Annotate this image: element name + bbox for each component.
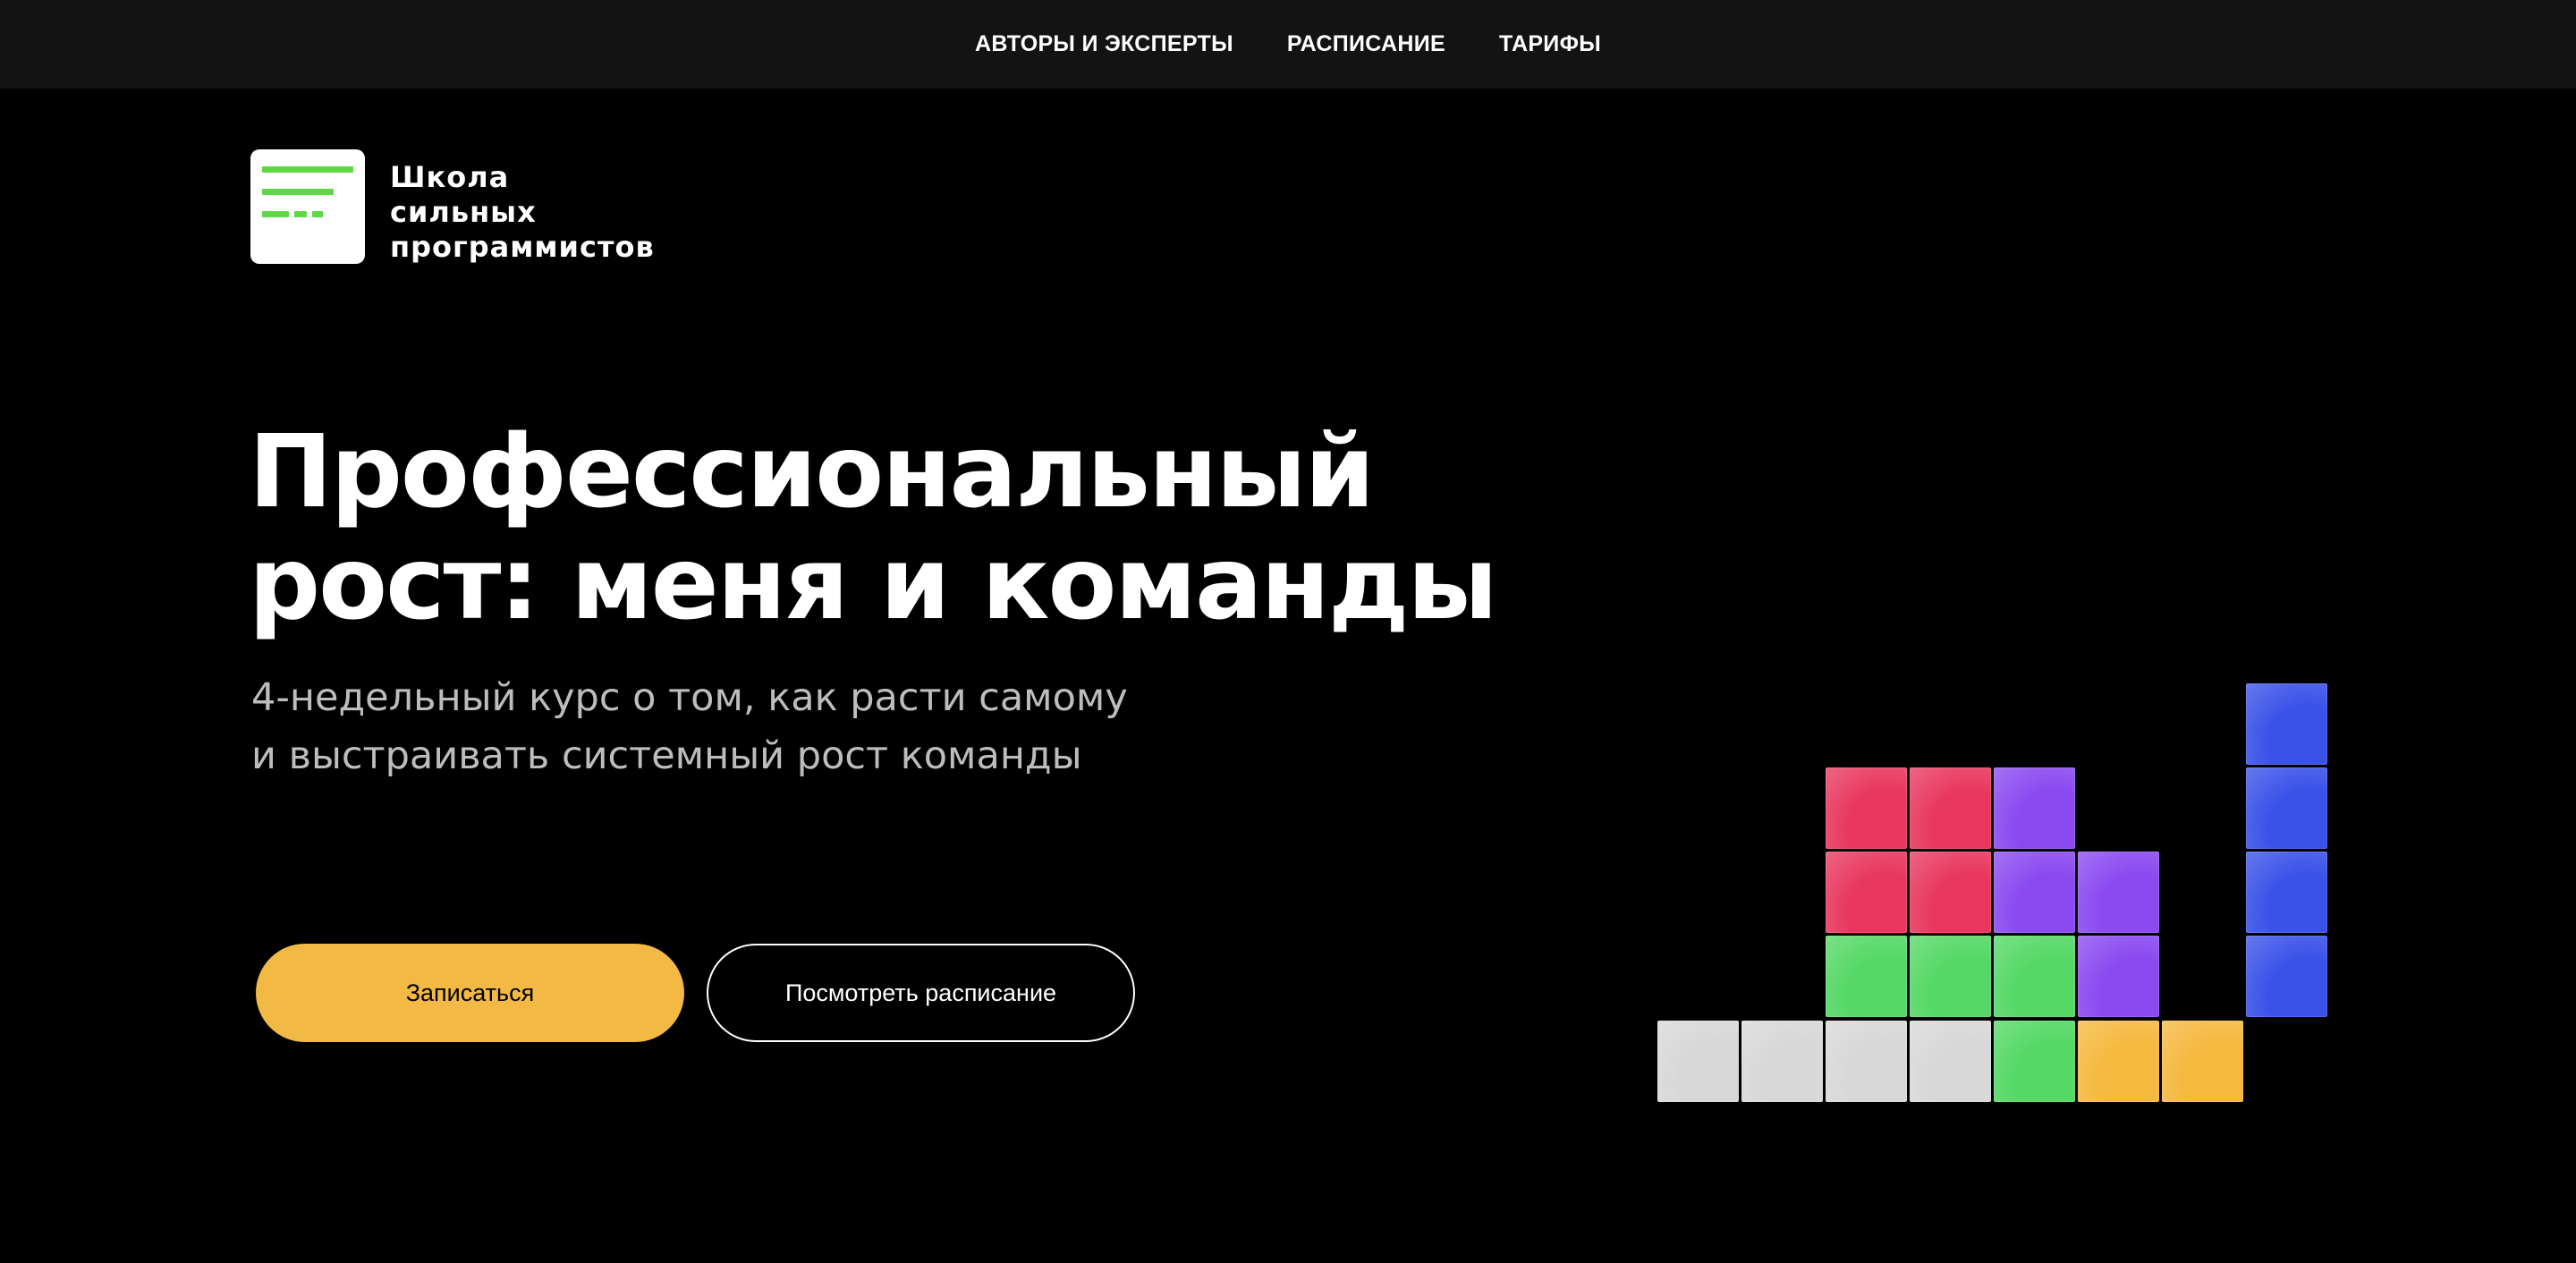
brand-line-1: Школа [390, 160, 510, 194]
white-block-tile [1910, 1021, 1991, 1102]
yellow-block-tile [2162, 1021, 2243, 1102]
nav-link-authors[interactable]: АВТОРЫ И ЭКСПЕРТЫ [975, 31, 1233, 57]
white-block-tile [1826, 1021, 1907, 1102]
document-lines-icon [250, 149, 365, 264]
blue-block-tile [2246, 767, 2327, 849]
green-block-tile [1826, 936, 1907, 1017]
purple-block-tile [2078, 852, 2159, 933]
top-navigation: АВТОРЫ И ЭКСПЕРТЫ РАСПИСАНИЕ ТАРИФЫ [0, 0, 2576, 89]
red-block-tile [1826, 767, 1907, 849]
green-block-tile [1910, 936, 1991, 1017]
purple-block-tile [2078, 936, 2159, 1017]
view-schedule-button[interactable]: Посмотреть расписание [707, 944, 1135, 1042]
purple-block-tile [1994, 767, 2075, 849]
white-block-tile [1741, 1021, 1823, 1102]
nav-link-pricing[interactable]: ТАРИФЫ [1499, 31, 1601, 57]
blue-block-tile [2246, 936, 2327, 1017]
green-block-tile [1994, 1021, 2075, 1102]
hero-title-line-1: Профессиональный [249, 414, 1375, 530]
brand-line-3: программистов [390, 230, 655, 264]
hero-subtitle-line-2: и выстраивать системный рост команды [251, 733, 1082, 778]
hero-title-line-2: рост: меня и команды [249, 526, 1498, 642]
signup-button[interactable]: Записаться [256, 944, 684, 1042]
yellow-block-tile [2078, 1021, 2159, 1102]
red-block-tile [1910, 767, 1991, 849]
green-block-tile [1994, 936, 2075, 1017]
red-block-tile [1910, 852, 1991, 933]
hero-subtitle-line-1: 4-недельный курс о том, как расти самому [251, 675, 1128, 720]
purple-block-tile [1994, 852, 2075, 933]
brand-logo[interactable]: Школа сильных программистов [250, 149, 655, 265]
hero-subtitle: 4-недельный курс о том, как расти самому… [251, 669, 1128, 785]
brand-line-2: сильных [390, 195, 537, 229]
red-block-tile [1826, 852, 1907, 933]
blue-block-tile [2246, 852, 2327, 933]
white-block-tile [1657, 1021, 1739, 1102]
blue-block-tile [2246, 683, 2327, 765]
hero-title: Профессиональный рост: меня и команды [249, 414, 1498, 642]
nav-link-schedule[interactable]: РАСПИСАНИЕ [1287, 31, 1445, 57]
brand-name: Школа сильных программистов [390, 160, 655, 265]
